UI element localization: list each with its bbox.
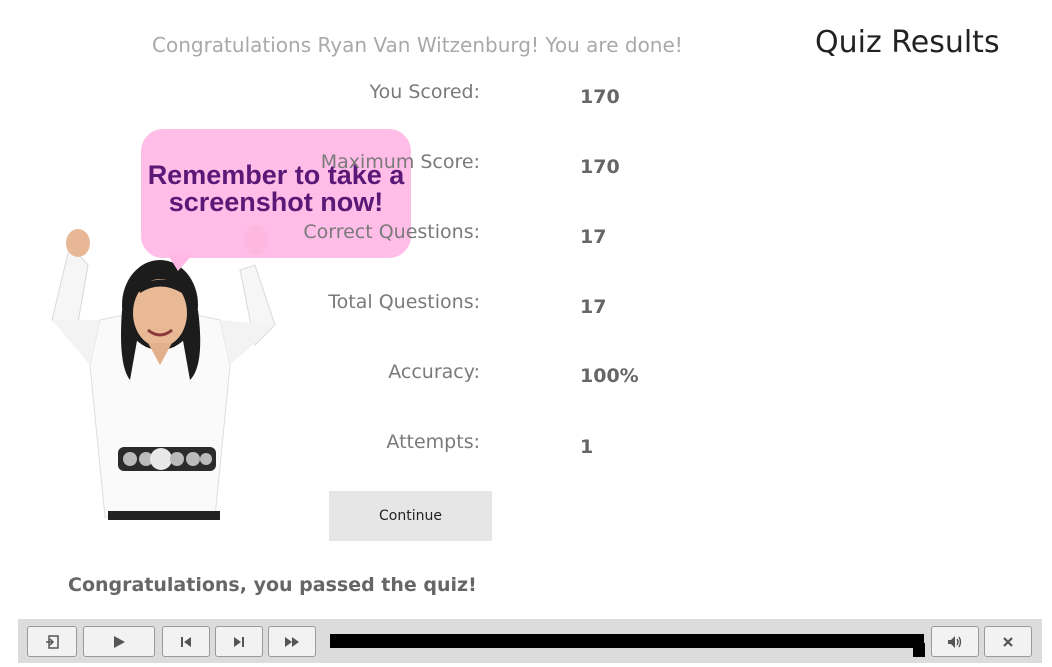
character-illustration	[30, 225, 300, 520]
attempts-value: 1	[580, 436, 594, 458]
accuracy-value: 100%	[580, 365, 639, 387]
congratulations-header: Congratulations Ryan Van Witzenburg! You…	[152, 33, 683, 57]
audio-icon	[948, 635, 962, 648]
play-icon	[114, 635, 125, 648]
pass-message: Congratulations, you passed the quiz!	[68, 574, 477, 596]
close-icon	[1003, 636, 1013, 647]
correct-questions-value: 17	[580, 226, 607, 248]
correct-questions-label: Correct Questions:	[303, 221, 480, 243]
next-slide-icon	[234, 636, 244, 647]
accuracy-label: Accuracy:	[388, 361, 480, 383]
play-button[interactable]	[83, 626, 155, 657]
next-slide-button[interactable]	[215, 626, 263, 657]
audio-button[interactable]	[931, 626, 979, 657]
reminder-line-2: screenshot now!	[168, 187, 384, 217]
fast-forward-icon	[285, 636, 299, 647]
playbar	[18, 619, 1042, 663]
rewind-button[interactable]	[162, 626, 210, 657]
exit-button[interactable]	[27, 626, 77, 657]
close-button[interactable]	[984, 626, 1032, 657]
max-score-value: 170	[580, 156, 620, 178]
exit-icon	[46, 634, 59, 649]
total-questions-label: Total Questions:	[328, 291, 480, 313]
score-label: You Scored:	[369, 81, 480, 103]
max-score-label: Maximum Score:	[320, 151, 480, 173]
progress-bar[interactable]	[330, 634, 924, 648]
rewind-icon	[181, 636, 191, 647]
progress-handle[interactable]	[913, 643, 925, 657]
speech-bubble-tail	[168, 255, 192, 271]
attempts-label: Attempts:	[386, 431, 480, 453]
score-value: 170	[580, 86, 620, 108]
continue-button[interactable]: Continue	[329, 491, 492, 541]
total-questions-value: 17	[580, 296, 607, 318]
fast-forward-button[interactable]	[268, 626, 316, 657]
page-title: Quiz Results	[815, 25, 1000, 60]
